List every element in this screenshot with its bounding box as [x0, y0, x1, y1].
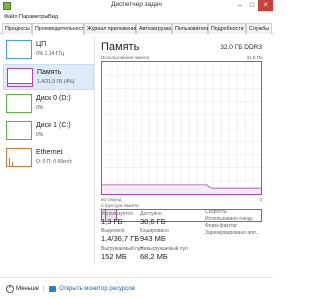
nonpaged-pool-value: 68,2 МБ [140, 252, 168, 261]
in-use-value: 1,3 ГБ [101, 217, 123, 226]
open-resource-monitor-link[interactable]: Открыть монитор ресурсов [59, 286, 135, 292]
tab-services[interactable]: Службы [246, 23, 272, 34]
sidebar-item-value: 0% 1,14 ГГц [36, 51, 65, 57]
sidebar-item-name: Диск 0 (D:) [36, 95, 71, 102]
chevron-up-icon[interactable]: ^ [6, 285, 14, 293]
tab-processes[interactable]: Процессы [2, 23, 32, 34]
tab-bar: Процессы Производительность Журнал прило… [0, 22, 273, 35]
form-factor-label: Форм-фактор: [205, 223, 238, 229]
sidebar-item-disk-0[interactable]: Диск 0 (D:) 0% [3, 91, 94, 117]
cpu-thumbnail [6, 40, 32, 59]
sidebar-item-memory[interactable]: Память 1,4/31,9 ГБ (4%) [3, 64, 94, 90]
disk-1-thumbnail [6, 121, 32, 140]
sidebar-item-ethernet[interactable]: Ethernet О: 0 П: 0 Кбит/с [3, 145, 94, 171]
paged-pool-value: 152 МБ [101, 252, 127, 261]
footer: ^ Меньше | Открыть монитор ресурсов [0, 277, 273, 299]
menu-file[interactable]: Файл [4, 14, 18, 20]
menu-options[interactable]: Параметры [19, 14, 48, 20]
available-value: 30,6 ГБ [140, 217, 166, 226]
slots-label: Использовано гнезд: [205, 216, 254, 222]
memory-panel: Память 32,0 ГБ DDR3 Использование памяти… [96, 35, 273, 265]
sidebar-item-value: 0% [36, 132, 44, 138]
sidebar-item-value: 0% [36, 105, 44, 111]
usage-graph-label: Использование памяти [101, 55, 150, 60]
graph-zero-label: 0 [259, 197, 262, 202]
maximize-button[interactable]: □ [246, 0, 258, 11]
cached-value: 943 МБ [140, 234, 166, 243]
memory-spec: 32,0 ГБ DDR3 [220, 44, 262, 51]
sidebar-item-value: О: 0 П: 0 Кбит/с [36, 159, 73, 165]
fewer-details-link[interactable]: Меньше [16, 286, 39, 292]
resource-sidebar: ЦП 0% 1,14 ГГц Память 1,4/31,9 ГБ (4%) Д… [0, 35, 95, 265]
sidebar-item-cpu[interactable]: ЦП 0% 1,14 ГГц [3, 37, 94, 63]
sidebar-item-name: Диск 1 (C:) [36, 122, 71, 129]
memory-thumbnail [7, 68, 33, 87]
committed-value: 1,4/36,7 ГБ [101, 234, 140, 243]
ethernet-thumbnail [6, 148, 32, 167]
close-button[interactable]: ✕ [258, 0, 273, 11]
sidebar-item-name: Ethernet [36, 149, 63, 156]
menu-view[interactable]: Вид [48, 14, 58, 20]
memory-composition-label: Структура памяти [101, 203, 139, 208]
tab-startup[interactable]: Автозагрузка [136, 23, 172, 34]
page-title: Память [101, 41, 140, 53]
memory-usage-graph [101, 61, 262, 195]
sidebar-item-name: ЦП [36, 41, 47, 48]
minimize-button[interactable]: – [234, 0, 246, 11]
sidebar-item-disk-1[interactable]: Диск 1 (C:) 0% [3, 118, 94, 144]
tab-details[interactable]: Подробности [208, 23, 246, 34]
speed-label: Скорость: [205, 209, 228, 215]
sidebar-item-value: 1,4/31,9 ГБ (4%) [37, 79, 75, 85]
title-bar: Диспетчер задач – □ ✕ [0, 0, 273, 12]
tab-users[interactable]: Пользователи [172, 23, 210, 34]
memory-usage-plot [102, 62, 261, 194]
usage-graph-max: 31,9 ГБ [246, 55, 262, 60]
menu-bar: Файл Параметры Вид [0, 12, 273, 22]
graph-time-label: 60 секунд [101, 197, 122, 202]
resource-monitor-icon [49, 286, 56, 292]
disk-0-thumbnail [6, 94, 32, 113]
footer-separator: | [43, 286, 45, 292]
window-title: Диспетчер задач [111, 1, 162, 8]
tab-performance[interactable]: Производительность [32, 23, 86, 35]
tab-app-history[interactable]: Журнал приложений [84, 23, 138, 34]
sidebar-item-name: Память [37, 69, 62, 76]
hardware-reserved-label: Зарезервировано апп... [205, 230, 260, 236]
